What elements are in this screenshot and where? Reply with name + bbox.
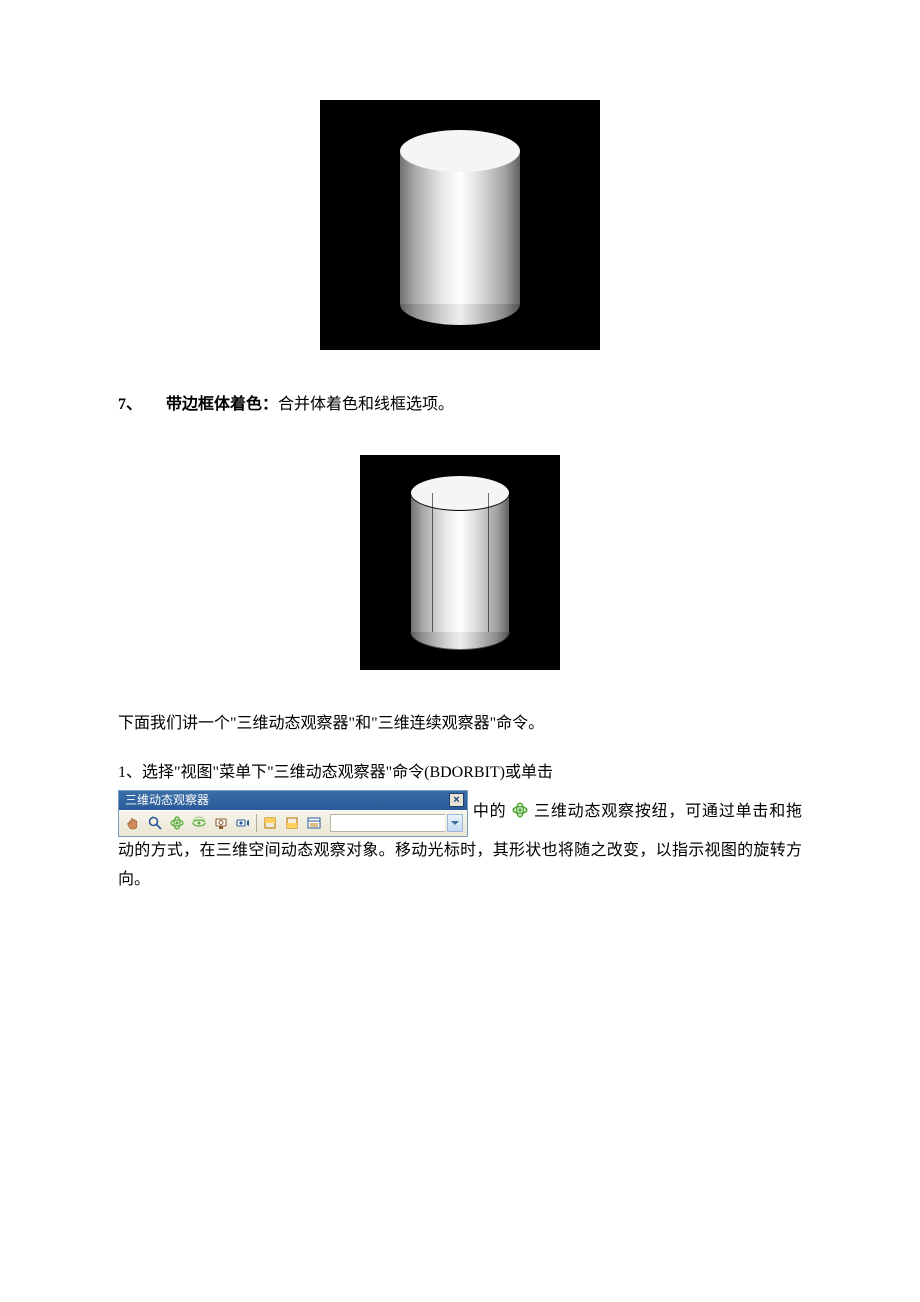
- section-desc: 合并体着色和线框选项。: [278, 396, 454, 413]
- toolbar-row: +: [119, 810, 467, 836]
- intro-paragraph: 下面我们讲一个"三维动态观察器"和"三维连续观察器"命令。: [118, 710, 802, 739]
- close-icon[interactable]: ×: [449, 793, 464, 807]
- options-icon[interactable]: [304, 813, 324, 833]
- section-label: 带边框体着色：: [166, 396, 278, 413]
- section-7: 7、 带边框体着色：合并体着色和线框选项。: [118, 391, 802, 420]
- viewport-black-1: [320, 100, 600, 350]
- orbit-toolbar[interactable]: 三维动态观察器 × +: [118, 790, 468, 837]
- pan-hand-icon[interactable]: [123, 813, 143, 833]
- section-number: 7、: [118, 396, 142, 413]
- orbit-icon[interactable]: [167, 813, 187, 833]
- cylinder-shaded: [400, 130, 520, 325]
- viewport-black-2: [360, 455, 560, 670]
- toolbar-titlebar[interactable]: 三维动态观察器 ×: [119, 791, 467, 810]
- toolbar-separator: [256, 814, 257, 832]
- toolbar-title-text: 三维动态观察器: [125, 794, 209, 806]
- back-clip-icon[interactable]: [282, 813, 302, 833]
- svg-text:+: +: [151, 815, 154, 821]
- cylinder-shaded-edges: [410, 475, 510, 650]
- zoom-realtime-icon[interactable]: +: [145, 813, 165, 833]
- figure-shaded-cylinder: [118, 100, 802, 361]
- front-clip-icon[interactable]: [260, 813, 280, 833]
- swivel-icon[interactable]: [211, 813, 231, 833]
- figure-shaded-edges-cylinder: [118, 455, 802, 681]
- continuous-orbit-icon[interactable]: [189, 813, 209, 833]
- item1-prefix: 1、选择"视图"菜单下"三维动态观察器"命令(BDORBIT)或单击: [118, 764, 553, 781]
- orbit-icon: [511, 801, 529, 819]
- adjust-distance-icon[interactable]: [233, 813, 253, 833]
- item-1: 1、选择"视图"菜单下"三维动态观察器"命令(BDORBIT)或单击 三维动态观…: [118, 759, 802, 894]
- toolbar-dropdown-icon[interactable]: [447, 814, 463, 832]
- item1-mid: 中的: [473, 803, 507, 820]
- toolbar-input[interactable]: [330, 814, 445, 832]
